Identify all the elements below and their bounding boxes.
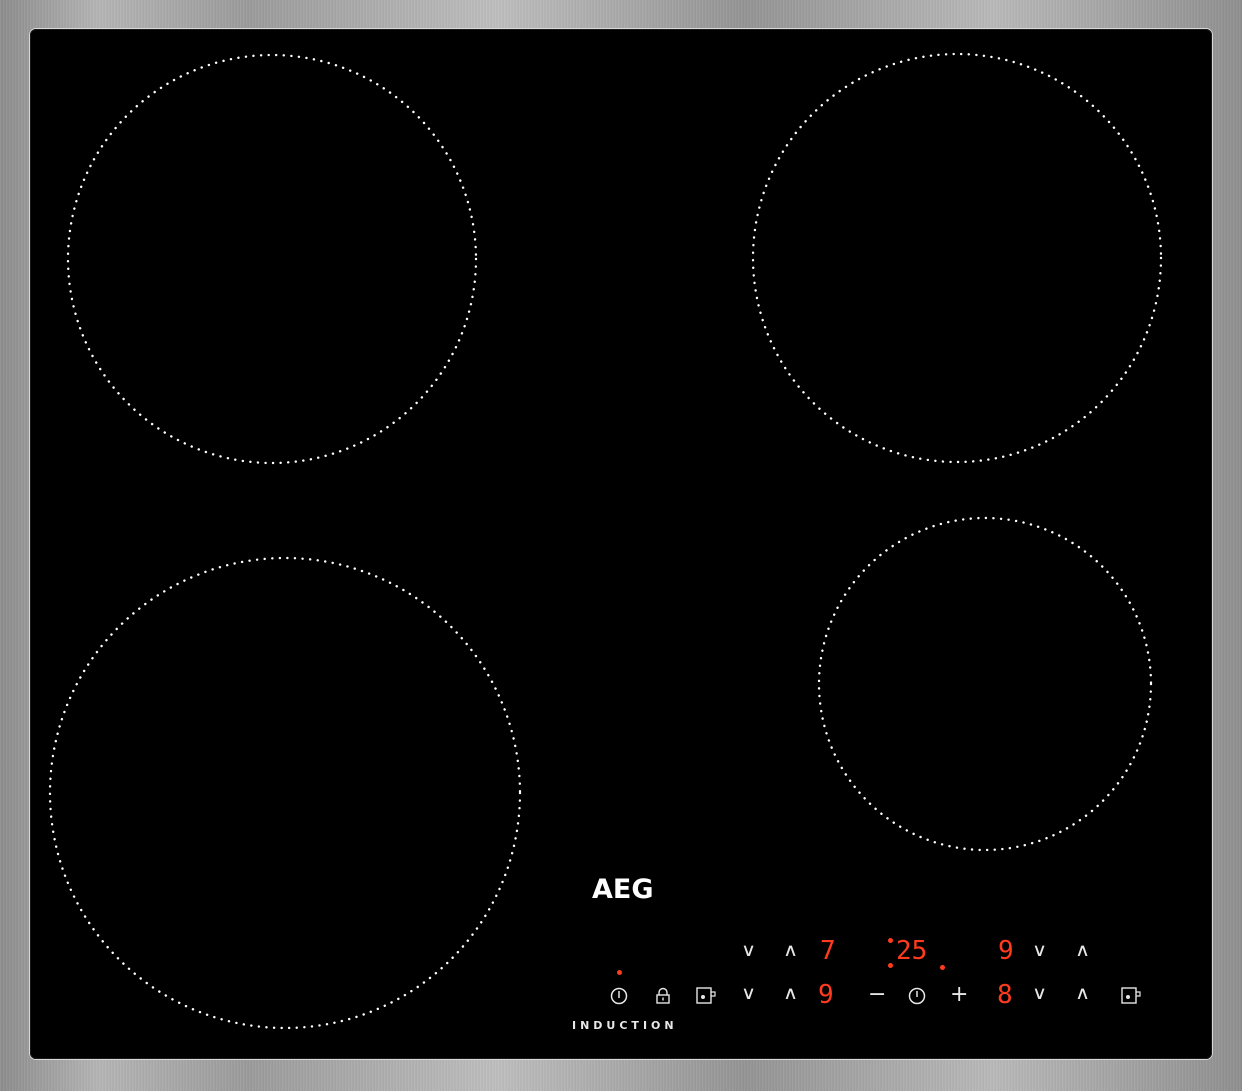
lower-left-down-button[interactable]: ∨ [741, 985, 756, 1003]
timer-minus-button[interactable]: − [868, 984, 886, 1006]
lower-left-up-button[interactable]: ∧ [783, 985, 798, 1003]
upper-left-up-button[interactable]: ∧ [783, 942, 798, 960]
cooking-zone-rear-left[interactable] [66, 53, 478, 465]
cooking-zones [48, 52, 1163, 1030]
upper-left-power-level: 7 [820, 936, 836, 966]
timer-decimal-dot [940, 965, 945, 970]
power-indicator-dot [617, 970, 622, 975]
upper-right-up-button[interactable]: ∧ [1075, 942, 1090, 960]
timer-indicator-dot [888, 963, 893, 968]
timer-display: 25 [896, 936, 928, 966]
timer-indicator-dot [888, 938, 893, 943]
cooking-zone-front-right[interactable] [817, 516, 1153, 852]
power-icon[interactable] [609, 986, 629, 1006]
cooking-zone-rear-right[interactable] [751, 52, 1163, 464]
upper-right-power-level: 9 [998, 936, 1014, 966]
lock-icon[interactable] [654, 987, 672, 1005]
lower-left-power-level: 9 [818, 980, 834, 1010]
induction-label: INDUCTION [572, 1019, 678, 1032]
timer-plus-button[interactable]: + [950, 984, 968, 1006]
upper-right-down-button[interactable]: ∨ [1032, 942, 1047, 960]
cooking-zone-front-left[interactable] [48, 556, 522, 1030]
lower-right-down-button[interactable]: ∨ [1032, 985, 1047, 1003]
keep-warm-icon[interactable] [696, 986, 720, 1006]
lower-right-power-level: 8 [997, 980, 1013, 1010]
timer-icon[interactable] [907, 986, 927, 1006]
keep-warm-icon[interactable] [1121, 986, 1145, 1006]
brand-logo: AEG [592, 874, 654, 905]
upper-left-down-button[interactable]: ∨ [741, 942, 756, 960]
lower-right-up-button[interactable]: ∧ [1075, 985, 1090, 1003]
